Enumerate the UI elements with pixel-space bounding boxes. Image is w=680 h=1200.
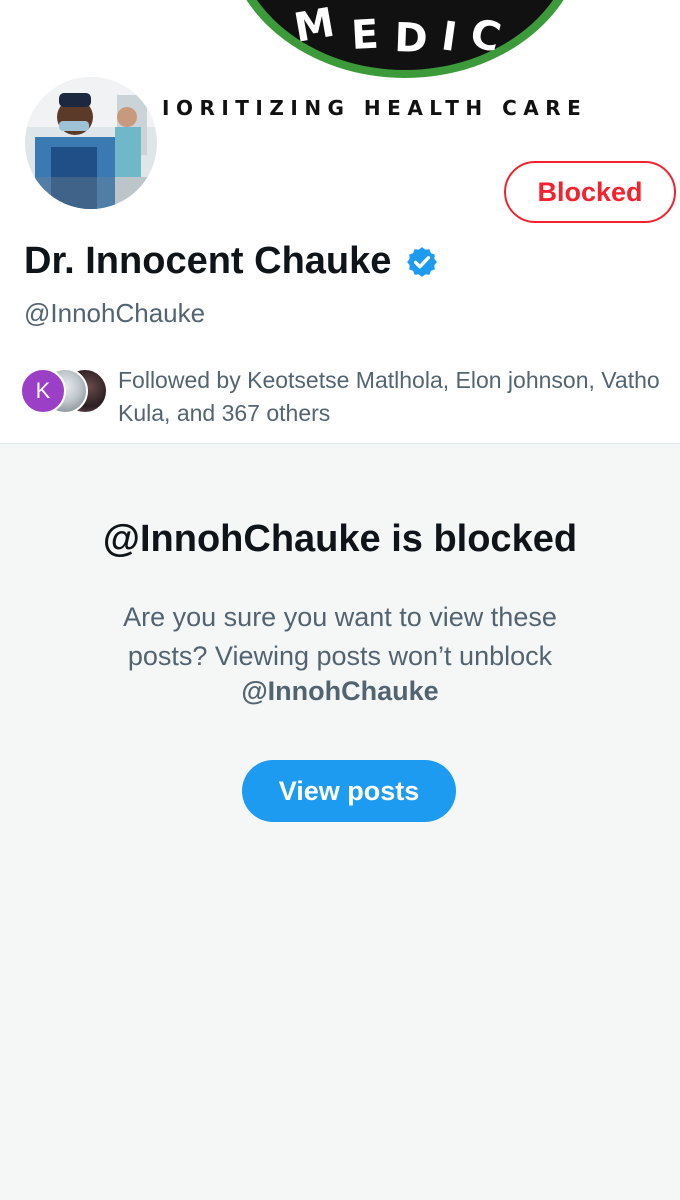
blocked-notice-message: Are you sure you want to view these post… <box>123 602 557 671</box>
followers-avatars[interactable]: K <box>20 368 112 418</box>
display-name: Dr. Innocent Chauke <box>24 240 392 282</box>
view-posts-button[interactable]: View posts <box>242 760 456 822</box>
blocked-notice-handle: @InnohChauke <box>241 676 439 706</box>
banner-tagline: IORITIZING HEALTH CARE <box>162 96 588 120</box>
profile-avatar[interactable] <box>22 74 160 212</box>
svg-text:E: E <box>350 12 380 59</box>
blocked-button[interactable]: Blocked <box>504 161 676 223</box>
followed-by-text[interactable]: Followed by Keotsetse Matlhola, Elon joh… <box>118 364 674 430</box>
avatar-photo <box>25 77 157 209</box>
verified-badge-icon <box>407 246 438 277</box>
svg-text:M: M <box>291 0 338 52</box>
svg-text:D: D <box>394 15 429 62</box>
follower-avatar-initial: K <box>20 368 66 414</box>
profile-handle: @InnohChauke <box>24 298 206 328</box>
svg-text:P: P <box>213 0 259 25</box>
blocked-notice-title: @InnohChauke is blocked <box>102 518 578 560</box>
display-name-row: Dr. Innocent Chauke <box>24 240 439 283</box>
